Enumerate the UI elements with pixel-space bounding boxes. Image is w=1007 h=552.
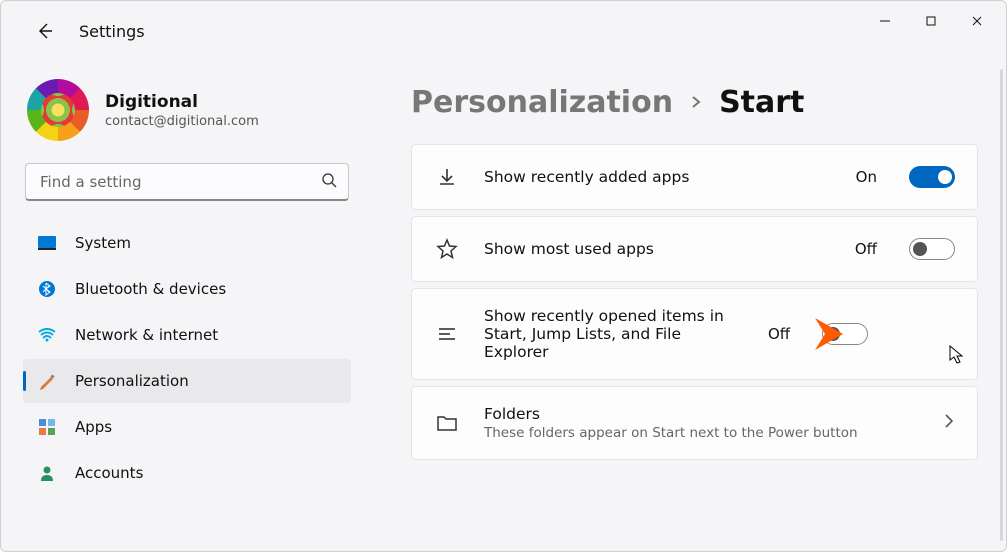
sidebar-item-label: Network & internet <box>75 326 218 344</box>
cursor-icon <box>949 345 965 365</box>
accounts-icon <box>37 463 57 483</box>
sidebar-item-bluetooth-devices[interactable]: Bluetooth & devices <box>23 267 351 311</box>
sidebar-item-apps[interactable]: Apps <box>23 405 351 449</box>
setting-row: Show most used apps Off <box>411 216 978 282</box>
sidebar-item-personalization[interactable]: Personalization <box>23 359 351 403</box>
toggle-state-label: Off <box>768 325 790 343</box>
scrollbar[interactable] <box>1000 69 1003 541</box>
sidebar-item-accounts[interactable]: Accounts <box>23 451 351 495</box>
minimize-button[interactable] <box>862 5 908 37</box>
bluetooth-icon <box>37 279 57 299</box>
avatar <box>27 79 89 141</box>
setting-row[interactable]: Folders These folders appear on Start nex… <box>411 386 978 460</box>
setting-row: Show recently opened items in Start, Jum… <box>411 288 978 380</box>
apps-icon <box>37 417 57 437</box>
toggle-state-label: On <box>856 168 877 186</box>
sidebar-item-label: Bluetooth & devices <box>75 280 226 298</box>
star-icon <box>434 238 460 260</box>
personalization-icon <box>37 371 57 391</box>
close-button[interactable] <box>954 5 1000 37</box>
setting-title: Show recently opened items in Start, Jum… <box>484 307 744 361</box>
maximize-button[interactable] <box>908 5 954 37</box>
profile-email: contact@digitional.com <box>105 114 259 129</box>
toggle-state-label: Off <box>855 240 877 258</box>
sidebar: Digitional contact@digitional.com System… <box>1 69 361 551</box>
sidebar-item-system[interactable]: System <box>23 221 351 265</box>
list-icon <box>434 323 460 345</box>
chevron-right-icon <box>943 412 955 434</box>
network-icon <box>37 325 57 345</box>
toggle-switch[interactable] <box>909 166 955 188</box>
setting-row: Show recently added apps On <box>411 144 978 210</box>
annotation-arrow-icon <box>813 314 857 354</box>
breadcrumb: Personalization Start <box>411 85 978 120</box>
sidebar-item-label: Accounts <box>75 464 143 482</box>
toggle-switch[interactable] <box>909 238 955 260</box>
search-input[interactable] <box>25 163 349 201</box>
search-icon <box>321 172 337 192</box>
breadcrumb-current: Start <box>719 85 804 120</box>
setting-title: Folders <box>484 405 919 423</box>
app-title: Settings <box>79 22 145 41</box>
sidebar-item-label: System <box>75 234 131 252</box>
sidebar-item-label: Personalization <box>75 372 189 390</box>
profile-block[interactable]: Digitional contact@digitional.com <box>27 79 347 141</box>
setting-title: Show recently added apps <box>484 168 832 186</box>
sidebar-item-label: Apps <box>75 418 112 436</box>
profile-name: Digitional <box>105 92 259 112</box>
back-button[interactable] <box>33 19 57 43</box>
setting-title: Show most used apps <box>484 240 831 258</box>
chevron-right-icon <box>689 90 703 115</box>
window-titlebar <box>1 1 1006 41</box>
setting-subtitle: These folders appear on Start next to th… <box>484 425 919 441</box>
system-icon <box>37 233 57 253</box>
download-icon <box>434 166 460 188</box>
main-content: Personalization Start Show recently adde… <box>361 69 1006 551</box>
sidebar-item-network-internet[interactable]: Network & internet <box>23 313 351 357</box>
folder-icon <box>434 413 460 433</box>
breadcrumb-parent[interactable]: Personalization <box>411 85 673 120</box>
